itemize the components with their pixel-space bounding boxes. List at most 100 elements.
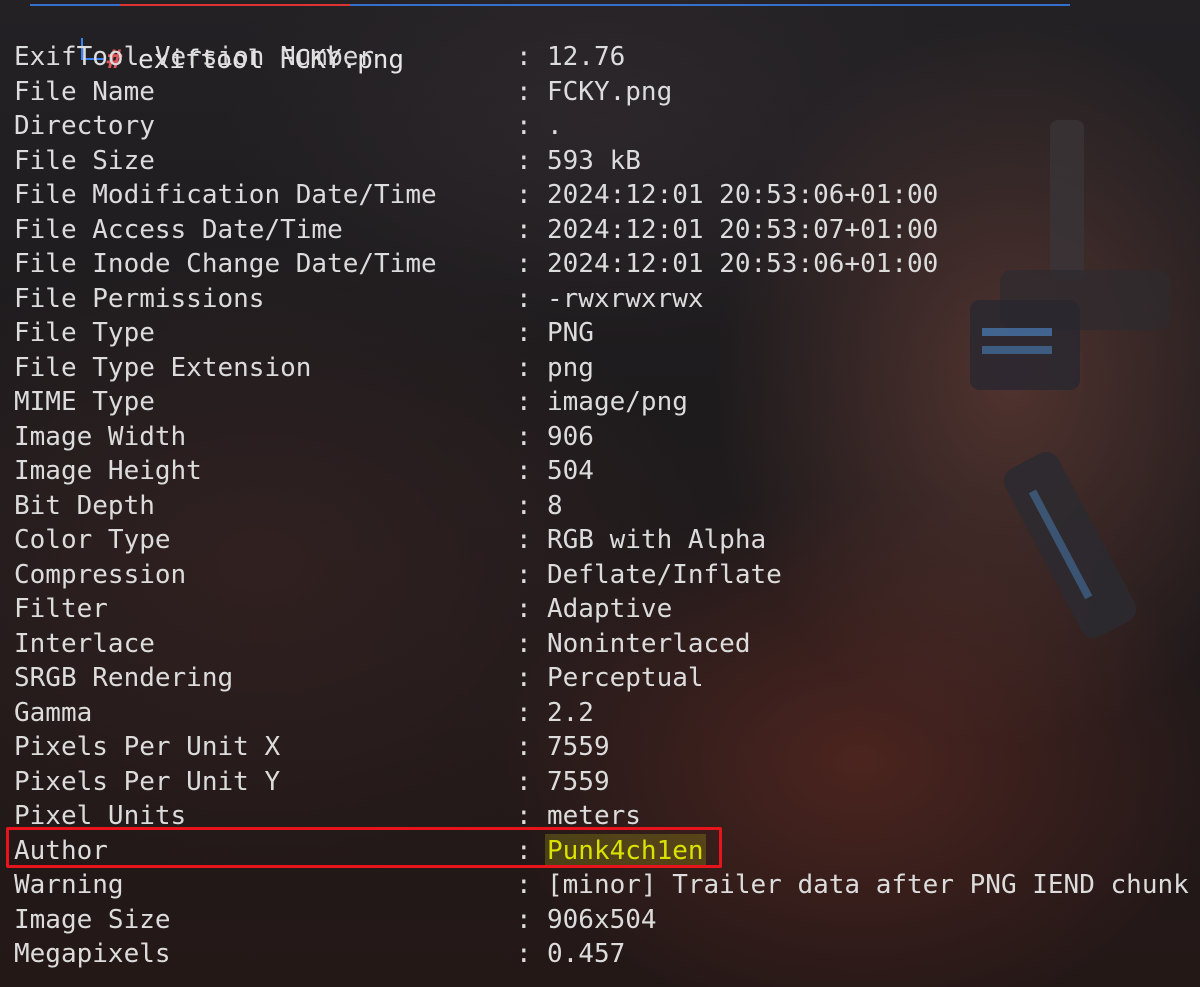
output-row: Compression: Deflate/Inflate bbox=[0, 558, 1200, 593]
field-value: 906x504 bbox=[547, 904, 657, 935]
field-separator: : bbox=[516, 387, 532, 417]
field-value: -rwxrwxrwx bbox=[547, 283, 704, 314]
field-value: png bbox=[547, 352, 594, 383]
prompt-line: # exiftool FCKY.png bbox=[14, 0, 404, 75]
output-row: File Type Extension: png bbox=[0, 351, 1200, 386]
output-row: File Permissions: -rwxrwxrwx bbox=[0, 282, 1200, 317]
field-value: Adaptive bbox=[547, 594, 673, 624]
output-row: Megapixels:0.457 bbox=[0, 937, 1200, 972]
field-separator: : bbox=[516, 594, 532, 624]
output-row: Directory:. bbox=[0, 109, 1200, 144]
field-name: File Size bbox=[14, 145, 155, 176]
field-separator: : bbox=[516, 249, 532, 279]
terminal-window[interactable]: # exiftool FCKY.png ExifTool Version Num… bbox=[0, 0, 1200, 987]
field-separator: : bbox=[516, 180, 532, 210]
field-separator: : bbox=[516, 732, 532, 762]
field-name: SRGB Rendering bbox=[14, 663, 234, 693]
field-value: 593 kB bbox=[547, 145, 641, 176]
field-separator: : bbox=[516, 904, 532, 935]
field-separator: : bbox=[516, 145, 532, 176]
field-name: Interlace bbox=[14, 628, 155, 659]
field-value: Noninterlaced bbox=[547, 628, 751, 659]
field-name: File Modification Date/Time bbox=[14, 180, 437, 210]
field-separator: : bbox=[516, 76, 532, 107]
field-name: File Access Date/Time bbox=[14, 214, 343, 245]
field-name: File Type bbox=[14, 318, 155, 348]
field-separator: : bbox=[516, 628, 532, 659]
field-value: Perceptual bbox=[547, 663, 704, 693]
field-separator: : bbox=[516, 111, 532, 141]
output-row: Image Height:504 bbox=[0, 454, 1200, 489]
field-separator: : bbox=[516, 697, 532, 728]
field-value: image/png bbox=[547, 387, 688, 417]
field-name: Image Size bbox=[14, 904, 171, 935]
field-value: 2024:12:01 20:53:06+01:00 bbox=[547, 249, 939, 279]
output-row: Color Type: RGB with Alpha bbox=[0, 523, 1200, 558]
output-row: Interlace: Noninterlaced bbox=[0, 627, 1200, 662]
field-separator: : bbox=[516, 352, 532, 383]
field-value: 2024:12:01 20:53:07+01:00 bbox=[547, 214, 939, 245]
field-separator: : bbox=[516, 663, 532, 693]
field-name: ExifTool Version Number bbox=[14, 42, 375, 72]
field-name: Image Height bbox=[14, 456, 202, 486]
field-name: Megapixels bbox=[14, 939, 171, 969]
output-row: Image Width:906 bbox=[0, 420, 1200, 455]
output-row: File Name: FCKY.png bbox=[0, 75, 1200, 110]
field-value: 7559 bbox=[547, 766, 610, 797]
output-row: File Inode Change Date/Time:2024:12:01 2… bbox=[0, 247, 1200, 282]
field-name: File Inode Change Date/Time bbox=[14, 249, 437, 279]
field-separator: : bbox=[516, 870, 532, 900]
output-row: Filter: Adaptive bbox=[0, 592, 1200, 627]
field-separator: : bbox=[516, 283, 532, 314]
field-value: 8 bbox=[547, 490, 563, 521]
field-separator: : bbox=[516, 456, 532, 486]
output-row: Bit Depth:8 bbox=[0, 489, 1200, 524]
output-row: File Modification Date/Time:2024:12:01 2… bbox=[0, 178, 1200, 213]
output-row: ExifTool Version Number:12.76 bbox=[0, 40, 1200, 75]
field-value: 2.2 bbox=[547, 697, 594, 728]
field-name: Bit Depth bbox=[14, 490, 155, 521]
field-separator: : bbox=[516, 421, 532, 452]
field-name: Pixels Per Unit X bbox=[14, 732, 281, 762]
field-name: Filter bbox=[14, 594, 108, 624]
field-value: [minor] Trailer data after PNG IEND chun… bbox=[547, 870, 1189, 900]
field-name: Compression bbox=[14, 559, 187, 590]
output-row: Pixels Per Unit Y:7559 bbox=[0, 765, 1200, 800]
field-name: Directory bbox=[14, 111, 155, 141]
field-separator: : bbox=[516, 559, 532, 590]
output-row: Gamma:2.2 bbox=[0, 696, 1200, 731]
output-row: File Size:593 kB bbox=[0, 144, 1200, 179]
field-name: Image Width bbox=[14, 421, 187, 452]
field-separator: : bbox=[516, 42, 532, 72]
output-row: Pixels Per Unit X:7559 bbox=[0, 730, 1200, 765]
field-value: Deflate/Inflate bbox=[547, 559, 782, 590]
field-value: RGB with Alpha bbox=[547, 525, 767, 555]
field-name: Pixels Per Unit Y bbox=[14, 766, 281, 797]
field-separator: : bbox=[516, 490, 532, 521]
field-separator: : bbox=[516, 525, 532, 555]
field-name: File Permissions bbox=[14, 283, 265, 314]
field-name: Color Type bbox=[14, 525, 171, 555]
field-separator: : bbox=[516, 939, 532, 969]
output-row: File Access Date/Time:2024:12:01 20:53:0… bbox=[0, 213, 1200, 248]
field-name: File Name bbox=[14, 76, 155, 107]
field-name: File Type Extension bbox=[14, 352, 312, 383]
field-name: Gamma bbox=[14, 697, 93, 728]
output-row: SRGB Rendering: Perceptual bbox=[0, 661, 1200, 696]
output-row: Warning: [minor] Trailer data after PNG I… bbox=[0, 868, 1200, 903]
output-row: MIME Type: image/png bbox=[0, 385, 1200, 420]
field-value: FCKY.png bbox=[547, 76, 673, 107]
field-value: . bbox=[547, 111, 563, 141]
output-row: File Type: PNG bbox=[0, 316, 1200, 351]
output-row: Image Size:906x504 bbox=[0, 903, 1200, 938]
field-name: Warning bbox=[14, 870, 124, 900]
field-value: 906 bbox=[547, 421, 594, 452]
field-value: PNG bbox=[547, 318, 594, 348]
field-name: MIME Type bbox=[14, 387, 155, 417]
field-separator: : bbox=[516, 214, 532, 245]
field-value: 504 bbox=[547, 456, 594, 486]
field-value: 0.457 bbox=[547, 939, 626, 969]
field-separator: : bbox=[516, 766, 532, 797]
field-value: 7559 bbox=[547, 732, 610, 762]
field-separator: : bbox=[516, 318, 532, 348]
